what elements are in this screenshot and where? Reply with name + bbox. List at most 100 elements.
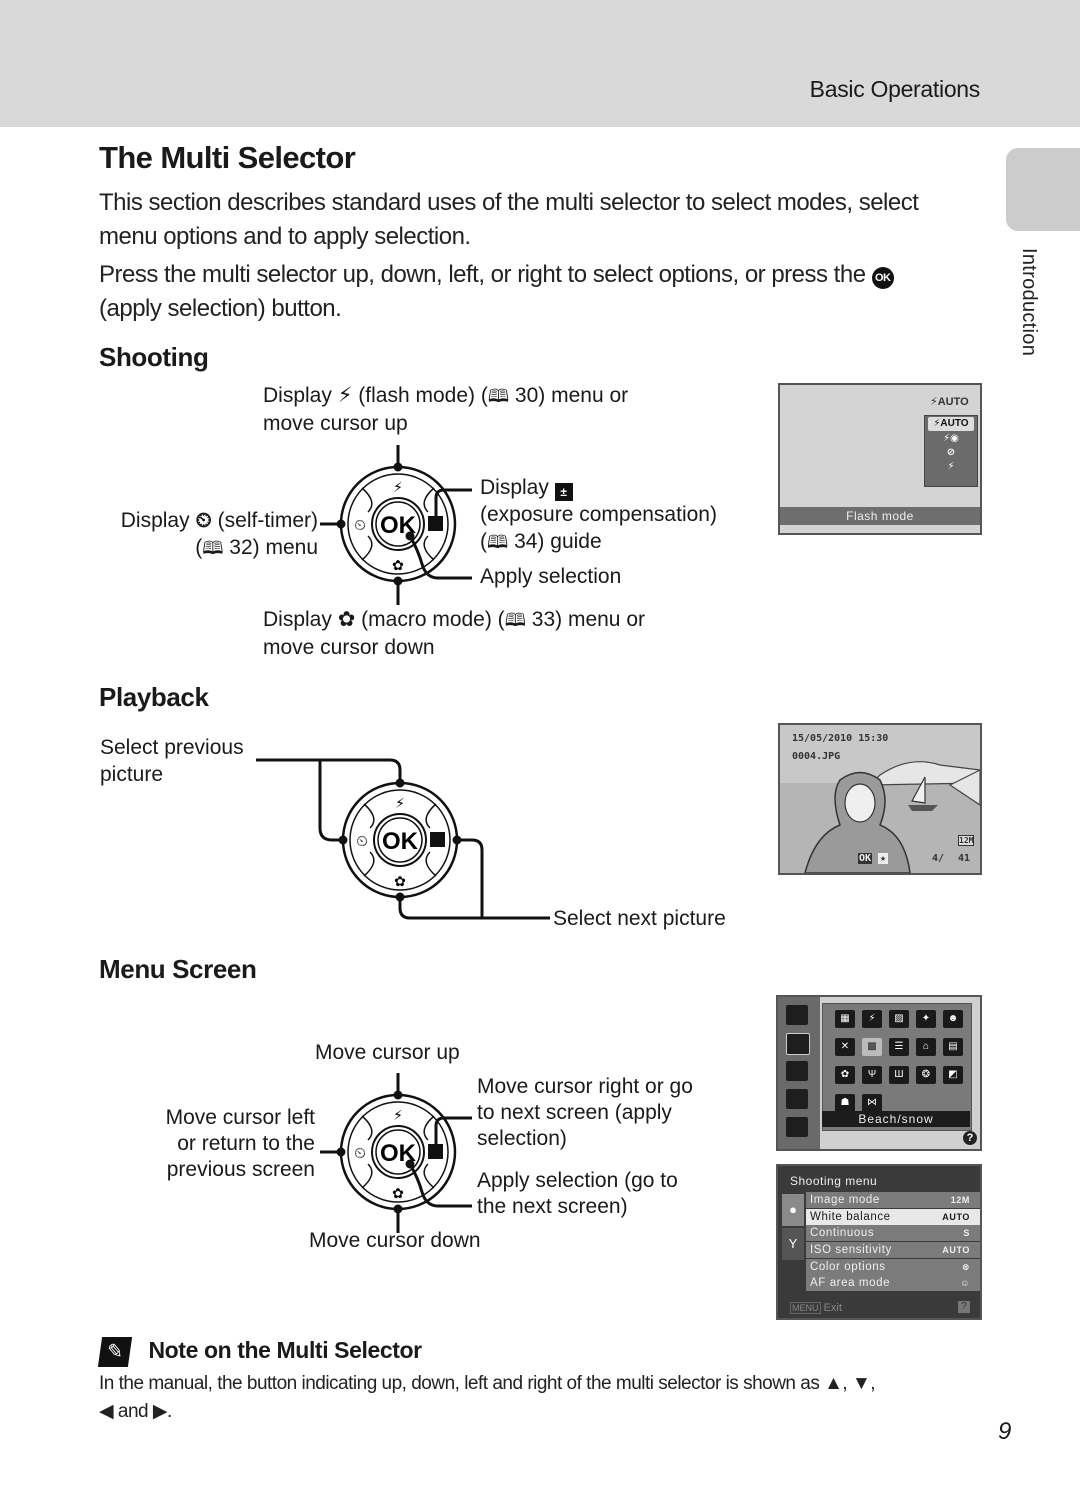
flash-option[interactable]: ⚡AUTO xyxy=(928,417,974,431)
camera-mode-icon[interactable] xyxy=(786,1005,808,1025)
menu-tabs: ● Y xyxy=(782,1194,804,1262)
note-text-line: ◀ and ▶. xyxy=(99,1401,172,1422)
macro-icon: ✿ xyxy=(392,557,404,573)
help-icon[interactable]: ? xyxy=(958,1301,970,1313)
exit-label: Exit xyxy=(823,1302,842,1314)
exposure-compensation-icon: ± xyxy=(554,483,573,501)
section-heading-shooting: Shooting xyxy=(99,342,209,372)
playback-screen: 15/05/2010 15:30 0004.JPG 12M OK ★ 4/ 41 xyxy=(778,723,982,875)
playback-datetime: 15/05/2010 15:30 xyxy=(792,733,889,744)
note-title: Note on the Multi Selector xyxy=(148,1337,422,1363)
self-timer-icon: ⏲ xyxy=(356,833,368,850)
menu-row-value: AUTO xyxy=(942,1211,970,1222)
intro-paragraph-2: Press the multi selector up, down, left,… xyxy=(99,258,979,326)
flash-option[interactable]: ⚡◉ xyxy=(925,432,977,446)
scene-option-icon[interactable]: ✦ xyxy=(916,1010,936,1028)
multi-selector-diagram-menu: OK ⚡ ⏲ ✿ xyxy=(320,1073,472,1233)
scene-option-icon[interactable]: ☰ xyxy=(889,1038,909,1056)
note-text-line: In the manual, the button indicating up,… xyxy=(99,1373,876,1394)
menu-exit-hint: MENU Exit xyxy=(790,1302,842,1314)
menu-row[interactable]: ISO sensitivity AUTO xyxy=(806,1242,980,1259)
flash-mode-list: ⚡AUTO ⚡◉ ⊘ ⚡ xyxy=(924,415,978,487)
star-icon: ★ xyxy=(878,853,889,864)
label-text: Move cursor left xyxy=(165,1106,315,1129)
scene-option-icon[interactable]: Ш xyxy=(889,1066,909,1084)
setup-tab-icon[interactable]: Y xyxy=(782,1228,804,1260)
book-reference-icon: 🕮 xyxy=(202,538,224,558)
menu-row-value: ⊗ xyxy=(961,1261,970,1272)
label-text: or return to the xyxy=(177,1132,315,1155)
scene-option-icon[interactable]: ▦ xyxy=(835,1010,855,1028)
intro-p2-tail: (apply selection) button. xyxy=(99,295,342,322)
scene-mode-icon[interactable] xyxy=(786,1033,810,1055)
page-reference[interactable]: 30) menu or xyxy=(515,384,628,407)
flash-icon: ⚡ xyxy=(395,795,405,811)
page-reference[interactable]: 33) menu or xyxy=(532,608,645,631)
scene-option-icon[interactable]: ☗ xyxy=(835,1094,855,1112)
section-name: Basic Operations xyxy=(809,76,981,102)
smart-portrait-icon[interactable] xyxy=(786,1061,808,1081)
menu-row-label: Continuous xyxy=(810,1227,875,1240)
shooting-menu-screen: Shooting menu ● Y Image mode 12M White bal… xyxy=(776,1164,982,1320)
shooting-up-label: Display ⚡ (flash mode) (🕮 30) menu or mo… xyxy=(263,382,628,437)
scene-option-icon[interactable]: ▨ xyxy=(889,1010,909,1028)
intro-paragraph-1: This section describes standard uses of … xyxy=(99,189,919,250)
shooting-down-label: Display ✿ (macro mode) (🕮 33) menu or mo… xyxy=(263,606,645,661)
playback-next-label: Select next picture xyxy=(553,907,726,930)
menu-row-label: Image mode xyxy=(810,1194,880,1206)
menu-row-label: Color options xyxy=(810,1260,886,1273)
scene-option-icon[interactable]: ⚡ xyxy=(862,1010,882,1028)
shooting-ok-label: Apply selection xyxy=(480,565,622,588)
menu-up-label: Move cursor up xyxy=(315,1041,460,1064)
side-tab[interactable] xyxy=(1006,148,1080,231)
scene-option-icon[interactable]: ⌂ xyxy=(916,1038,936,1056)
label-text: Move cursor right or go xyxy=(477,1075,693,1098)
menu-row[interactable]: White balance AUTO xyxy=(806,1208,980,1225)
scene-option-icon[interactable]: ☻ xyxy=(943,1010,963,1028)
menu-row[interactable]: AF area mode ☺ xyxy=(806,1275,980,1292)
scene-option-icon[interactable]: ⋈ xyxy=(862,1094,882,1112)
macro-icon: ✿ xyxy=(394,873,406,889)
movie-icon[interactable] xyxy=(786,1117,808,1137)
label-text: (macro mode) ( xyxy=(361,608,505,631)
scene-option-icon[interactable]: ▩ xyxy=(862,1038,882,1056)
menu-row[interactable]: Continuous S xyxy=(806,1225,980,1242)
menu-ok-label: Apply selection (go to the next screen) xyxy=(477,1168,678,1220)
scene-option-icon[interactable]: ✿ xyxy=(835,1066,855,1084)
help-icon[interactable]: ? xyxy=(963,1131,977,1145)
menu-row-value: 12M xyxy=(950,1195,970,1205)
flash-mode-screen: ⚡AUTO ⚡AUTO ⚡◉ ⊘ ⚡ Flash mode xyxy=(778,383,982,535)
camera-tab-icon[interactable]: ● xyxy=(782,1194,804,1226)
header-band: Basic Operations xyxy=(0,0,1080,127)
section-heading-menu-screen: Menu Screen xyxy=(99,954,257,984)
label-text: move cursor down xyxy=(263,636,435,659)
menu-row-value: AUTO xyxy=(942,1245,970,1256)
page-reference[interactable]: 34) guide xyxy=(514,530,602,553)
label-text: move cursor up xyxy=(263,412,408,435)
current-flash-mode: ⚡AUTO xyxy=(930,396,969,408)
subject-tracking-icon[interactable] xyxy=(786,1089,808,1109)
shooting-menu-list: Image mode 12M White balance AUTO Continuous… xyxy=(806,1192,980,1292)
menu-row[interactable]: Color options ⊗ xyxy=(806,1258,980,1275)
frame-counter: 4/ xyxy=(932,853,945,864)
scene-option-icon[interactable]: ✕ xyxy=(835,1038,855,1056)
flash-option[interactable]: ⚡ xyxy=(925,460,977,474)
scene-option-icon[interactable]: ▤ xyxy=(943,1038,963,1056)
label-text: Display xyxy=(263,608,332,631)
scene-option-icon[interactable]: ❂ xyxy=(916,1066,936,1084)
frame-total: 41 xyxy=(958,853,971,864)
self-timer-icon: ⏲ xyxy=(354,1145,366,1162)
intro-p2-text: Press the multi selector up, down, left,… xyxy=(99,261,866,288)
playback-photo xyxy=(780,761,980,873)
playback-prev-label: Select previous picture xyxy=(100,734,244,788)
menu-row[interactable]: Image mode 12M xyxy=(806,1192,980,1208)
scene-option-icon[interactable]: ◩ xyxy=(943,1066,963,1084)
menu-row-value: S xyxy=(963,1228,970,1239)
label-text: (exposure compensation) xyxy=(480,503,717,526)
menu-row-value: ☺ xyxy=(960,1278,970,1289)
flash-option[interactable]: ⊘ xyxy=(925,446,977,460)
label-text: Select previous xyxy=(100,736,244,759)
label-text: Display xyxy=(120,509,190,532)
label-text: to next screen (apply xyxy=(477,1101,672,1124)
scene-option-icon[interactable]: Ψ xyxy=(862,1066,882,1084)
